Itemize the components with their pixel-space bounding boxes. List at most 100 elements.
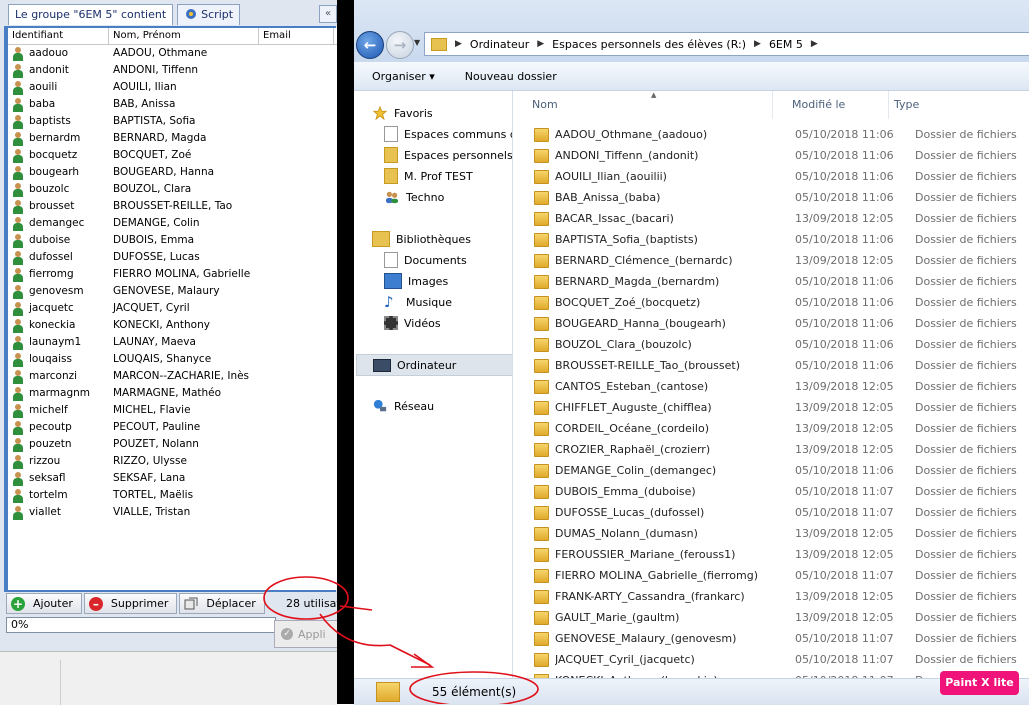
breadcrumb-folder[interactable]: 6EM 5 [769, 38, 803, 51]
table-row[interactable]: pouzetn POUZET, Nolann [8, 436, 337, 453]
col-email[interactable]: Email [259, 28, 334, 44]
file-name: CROZIER_Raphaël_(crozierr) [555, 443, 711, 456]
forward-button[interactable]: → [386, 31, 414, 59]
add-button[interactable]: + Ajouter [6, 593, 82, 614]
breadcrumb-ordinateur[interactable]: Ordinateur [470, 38, 529, 51]
table-row[interactable]: rizzou RIZZO, Ulysse [8, 453, 337, 470]
delete-button-label: Supprimer [110, 597, 169, 610]
list-item[interactable]: BACAR_Issac_(bacari) 13/09/2018 12:05 Doss… [514, 208, 1029, 229]
nav-fav-item-4[interactable]: Techno [384, 187, 512, 207]
collapse-panel-icon[interactable]: « [319, 5, 337, 23]
list-item[interactable]: CANTOS_Esteban_(cantose) 13/09/2018 12:05… [514, 376, 1029, 397]
list-item[interactable]: FIERRO MOLINA_Gabrielle_(fierromg) 05/10/… [514, 565, 1029, 586]
table-row[interactable]: baptists BAPTISTA, Sofia [8, 113, 337, 130]
list-item[interactable]: BROUSSET-REILLE_Tao_(brousset) 05/10/2018… [514, 355, 1029, 376]
tab-script[interactable]: Script [177, 4, 241, 25]
list-item[interactable]: BOUGEARD_Hanna_(bougearh) 05/10/2018 11:0… [514, 313, 1029, 334]
table-row[interactable]: marmagnm MARMAGNE, Mathéo [8, 385, 337, 402]
organize-button[interactable]: Organiser ▾ [372, 70, 435, 83]
list-item[interactable]: DEMANGE_Colin_(demangec) 05/10/2018 11:06… [514, 460, 1029, 481]
nav-lib-images[interactable]: Images [384, 271, 512, 291]
breadcrumb-drive[interactable]: Espaces personnels des élèves (R:) [552, 38, 746, 51]
table-row[interactable]: aouili AOUILI, Ilian [8, 79, 337, 96]
nav-computer[interactable]: Ordinateur [356, 354, 512, 376]
nav-fav-item-2[interactable]: Espaces personnels d [384, 145, 512, 165]
nav-libraries[interactable]: Bibliothèques [372, 229, 512, 249]
table-row[interactable]: bouzolc BOUZOL, Clara [8, 181, 337, 198]
table-row[interactable]: bocquetz BOCQUET, Zoé [8, 147, 337, 164]
nav-network[interactable]: Réseau [372, 396, 512, 416]
table-row[interactable]: dufossel DUFOSSE, Lucas [8, 249, 337, 266]
chevron-right-icon[interactable]: ▶ [811, 39, 818, 49]
table-row[interactable]: louqaiss LOUQAIS, Shanyce [8, 351, 337, 368]
table-row[interactable]: michelf MICHEL, Flavie [8, 402, 337, 419]
user-id-cell: fierromg [8, 266, 108, 283]
col-type[interactable]: Type [889, 91, 994, 119]
col-nom-prenom[interactable]: Nom, Prénom [109, 28, 259, 44]
nav-lib-documents[interactable]: Documents [384, 250, 512, 270]
users-icon [385, 191, 399, 204]
user-id-cell: marconzi [8, 368, 108, 385]
nav-lib-music[interactable]: ♪ Musique [384, 292, 512, 312]
list-item[interactable]: BAB_Anissa_(baba) 05/10/2018 11:06 Dossier… [514, 187, 1029, 208]
tab-group-contents[interactable]: Le groupe "6EM 5" contient [8, 4, 174, 25]
nav-favorites[interactable]: Favoris [372, 103, 512, 123]
file-name: FEROUSSIER_Mariane_(ferouss1) [555, 548, 736, 561]
table-row[interactable]: bernardm BERNARD, Magda [8, 130, 337, 147]
list-item[interactable]: DUBOIS_Emma_(duboise) 05/10/2018 11:07 Dos… [514, 481, 1029, 502]
chevron-right-icon[interactable]: ▶ [754, 39, 761, 49]
table-row[interactable]: tortelm TORTEL, Maëlis [8, 487, 337, 504]
list-item[interactable]: DUMAS_Nolann_(dumasn) 13/09/2018 12:05 Dos… [514, 523, 1029, 544]
folder-icon [534, 568, 549, 583]
table-row[interactable]: bougearh BOUGEARD, Hanna [8, 164, 337, 181]
table-row[interactable]: aadouo AADOU, Othmane [8, 45, 337, 62]
list-item[interactable]: AADOU_Othmane_(aadouo) 05/10/2018 11:06 Do… [514, 124, 1029, 145]
nav-fav-item-1[interactable]: Espaces communs d [384, 124, 512, 144]
table-row[interactable]: pecoutp PECOUT, Pauline [8, 419, 337, 436]
table-row[interactable]: brousset BROUSSET-REILLE, Tao [8, 198, 337, 215]
list-item[interactable]: BERNARD_Magda_(bernardm) 05/10/2018 11:06… [514, 271, 1029, 292]
apply-button[interactable]: ✓ Appli [274, 620, 345, 648]
list-item[interactable]: BOCQUET_Zoé_(bocquetz) 05/10/2018 11:06 Do… [514, 292, 1029, 313]
back-button[interactable]: ← [356, 31, 384, 59]
nav-lib-videos[interactable]: Vidéos [384, 313, 512, 333]
list-item[interactable]: ANDONI_Tiffenn_(andonit) 05/10/2018 11:06… [514, 145, 1029, 166]
list-item[interactable]: FRANK-ARTY_Cassandra_(frankarc) 13/09/201… [514, 586, 1029, 607]
list-item[interactable]: CROZIER_Raphaël_(crozierr) 13/09/2018 12:… [514, 439, 1029, 460]
table-row[interactable]: launaym1 LAUNAY, Maeva [8, 334, 337, 351]
chevron-right-icon[interactable]: ▶ [537, 39, 544, 49]
list-item[interactable]: CORDEIL_Océane_(cordeilo) 13/09/2018 12:0… [514, 418, 1029, 439]
list-item[interactable]: BERNARD_Clémence_(bernardc) 13/09/2018 12… [514, 250, 1029, 271]
table-row[interactable]: seksafl SEKSAF, Lana [8, 470, 337, 487]
list-item[interactable]: BAPTISTA_Sofia_(baptists) 05/10/2018 11:0… [514, 229, 1029, 250]
table-row[interactable]: viallet VIALLE, Tristan [8, 504, 337, 521]
list-item[interactable]: DUFOSSE_Lucas_(dufossel) 05/10/2018 11:07… [514, 502, 1029, 523]
table-row[interactable]: jacquetc JACQUET, Cyril [8, 300, 337, 317]
nav-fav-item-3[interactable]: M. Prof TEST [384, 166, 512, 186]
move-button[interactable]: Déplacer [179, 593, 265, 614]
delete-button[interactable]: – Supprimer [83, 593, 178, 614]
col-modified[interactable]: Modifié le [773, 91, 889, 119]
table-row[interactable]: duboise DUBOIS, Emma [8, 232, 337, 249]
list-item[interactable]: BOUZOL_Clara_(bouzolc) 05/10/2018 11:06 Do… [514, 334, 1029, 355]
list-item[interactable]: JACQUET_Cyril_(jacquetc) 05/10/2018 11:07… [514, 649, 1029, 670]
col-identifiant[interactable]: Identifiant [8, 28, 109, 44]
table-row[interactable]: fierromg FIERRO MOLINA, Gabrielle [8, 266, 337, 283]
col-name[interactable]: Nom [514, 91, 773, 119]
table-row[interactable]: genovesm GENOVESE, Malaury [8, 283, 337, 300]
table-row[interactable]: baba BAB, Anissa [8, 96, 337, 113]
address-bar[interactable]: ▶ Ordinateur ▶ Espaces personnels des él… [424, 32, 1029, 56]
table-row[interactable]: demangec DEMANGE, Colin [8, 215, 337, 232]
status-bar: 55 élément(s) [354, 678, 1029, 705]
list-item[interactable]: FEROUSSIER_Mariane_(ferouss1) 13/09/2018 … [514, 544, 1029, 565]
list-item[interactable]: GENOVESE_Malaury_(genovesm) 05/10/2018 11… [514, 628, 1029, 649]
list-item[interactable]: CHIFFLET_Auguste_(chifflea) 13/09/2018 12… [514, 397, 1029, 418]
table-row[interactable]: andonit ANDONI, Tiffenn [8, 62, 337, 79]
table-row[interactable]: koneckia KONECKI, Anthony [8, 317, 337, 334]
table-row[interactable]: marconzi MARCON--ZACHARIE, Inès [8, 368, 337, 385]
list-item[interactable]: AOUILI_Ilian_(aouilii) 05/10/2018 11:06 Do… [514, 166, 1029, 187]
list-item[interactable]: GAULT_Marie_(gaultm) 13/09/2018 12:05 Doss… [514, 607, 1029, 628]
new-folder-button[interactable]: Nouveau dossier [465, 70, 557, 83]
history-dropdown-icon[interactable]: ▼ [414, 38, 420, 47]
chevron-right-icon[interactable]: ▶ [455, 39, 462, 49]
